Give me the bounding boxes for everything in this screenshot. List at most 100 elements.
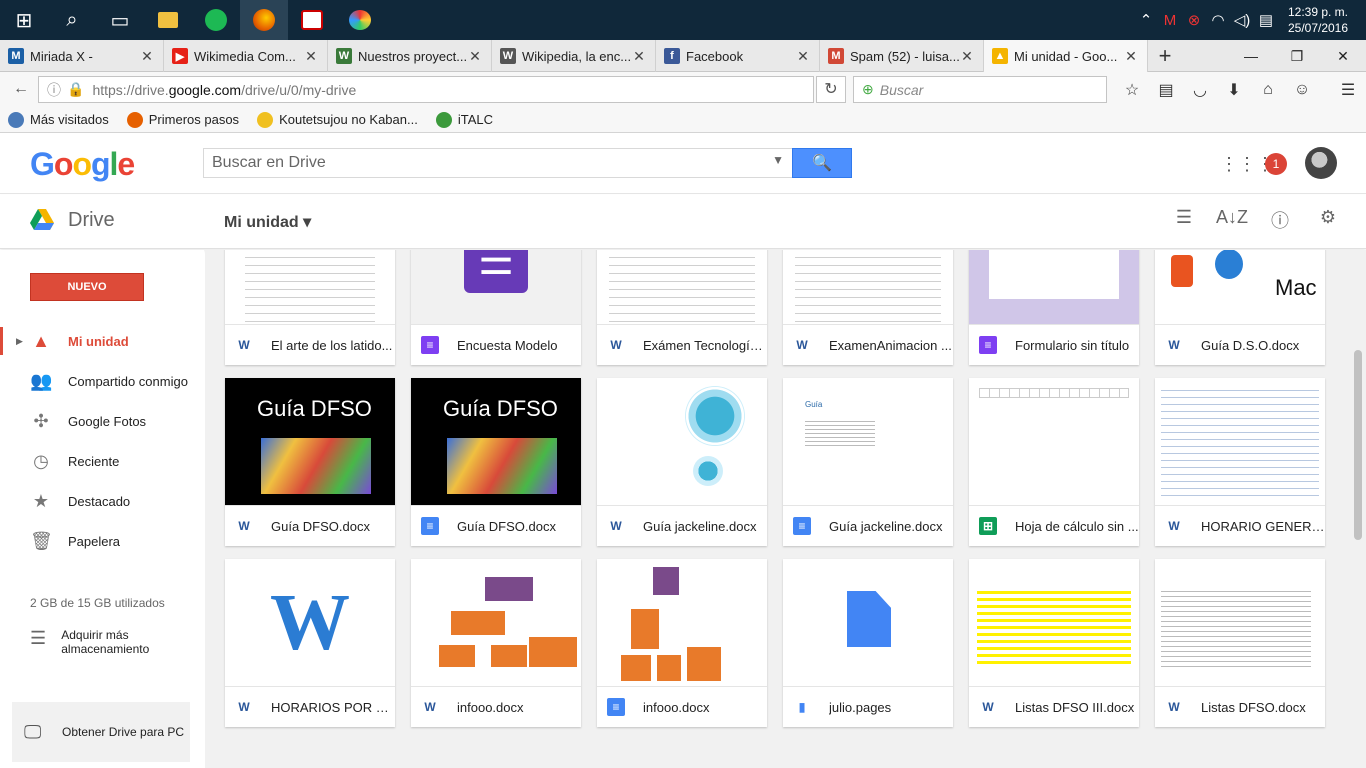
- file-card[interactable]: W W HORARIOS POR SE...: [225, 559, 395, 727]
- file-card[interactable]: D.S.OMac W Guía D.S.O.docx: [1155, 250, 1325, 365]
- bookmark-item[interactable]: iTALC: [435, 111, 493, 128]
- file-card[interactable]: W ExamenAnimacion ...: [783, 250, 953, 365]
- drive-search-input[interactable]: Buscar en Drive ▼: [203, 148, 793, 178]
- close-window-icon[interactable]: ✕: [1320, 40, 1366, 72]
- file-card[interactable]: ≡ infooo.docx: [597, 559, 767, 727]
- avatar[interactable]: [1305, 147, 1337, 179]
- file-thumbnail[interactable]: [597, 250, 767, 325]
- browser-tab[interactable]: W Nuestros proyect... ✕: [328, 40, 492, 72]
- search-icon[interactable]: ⌕: [48, 0, 96, 40]
- sort-icon[interactable]: A↓Z: [1208, 207, 1256, 233]
- drive-logo-icon[interactable]: [30, 209, 54, 231]
- file-card[interactable]: Edición de documentos ≡ Formulario sin t…: [969, 250, 1139, 365]
- file-card[interactable]: ⊞ Hoja de cálculo sin ...: [969, 378, 1139, 546]
- sidebar-item[interactable]: ◷ Reciente: [0, 441, 204, 481]
- menu-icon[interactable]: ☰: [1331, 80, 1365, 100]
- tab-close-icon[interactable]: ✕: [795, 48, 811, 65]
- file-thumbnail[interactable]: Guía DFSO: [411, 378, 581, 506]
- details-info-icon[interactable]: ⓘ: [1256, 207, 1304, 233]
- info-icon[interactable]: ⓘ: [47, 80, 61, 100]
- sidebar-item[interactable]: 👥 Compartido conmigo: [0, 361, 204, 401]
- clock[interactable]: 12:39 p. m. 25/07/2016: [1278, 4, 1358, 36]
- firefox-icon[interactable]: [240, 0, 288, 40]
- notifications-badge[interactable]: 1: [1265, 153, 1287, 175]
- file-thumbnail[interactable]: D.S.OMac: [1155, 250, 1325, 325]
- file-thumbnail[interactable]: W: [225, 559, 395, 687]
- download-icon[interactable]: ⬇: [1217, 80, 1251, 100]
- minimize-icon[interactable]: —: [1228, 40, 1274, 72]
- task-view-icon[interactable]: ▭: [96, 0, 144, 40]
- tab-close-icon[interactable]: ✕: [467, 48, 483, 65]
- tab-close-icon[interactable]: ✕: [303, 48, 319, 65]
- back-icon[interactable]: ←: [6, 80, 36, 98]
- file-thumbnail[interactable]: [597, 559, 767, 687]
- get-drive-for-pc[interactable]: 🖵 Obtener Drive para PC: [12, 702, 190, 762]
- wifi-icon[interactable]: ◠: [1206, 11, 1230, 29]
- reload-icon[interactable]: ↻: [816, 76, 846, 103]
- file-card[interactable]: W Listas DFSO.docx: [1155, 559, 1325, 727]
- browser-tab[interactable]: ▶ Wikimedia Com... ✕: [164, 40, 328, 72]
- sidebar-item[interactable]: ✣ Google Fotos: [0, 401, 204, 441]
- file-thumbnail[interactable]: [969, 378, 1139, 506]
- buy-storage-link[interactable]: ☰ Adquirir más almacenamiento: [30, 628, 200, 656]
- file-thumbnail[interactable]: [969, 559, 1139, 687]
- search-button[interactable]: 🔍: [792, 148, 852, 178]
- windows-start-icon[interactable]: ⊞: [0, 0, 48, 40]
- paint-icon[interactable]: [336, 0, 384, 40]
- search-options-icon[interactable]: ▼: [772, 153, 784, 167]
- file-card[interactable]: W Listas DFSO III.docx: [969, 559, 1139, 727]
- browser-tab[interactable]: M Miriada X - ✕: [0, 40, 164, 72]
- tab-close-icon[interactable]: ✕: [959, 48, 975, 65]
- sidebar-item[interactable]: ▶ ▲ Mi unidad: [0, 321, 204, 361]
- expand-arrow-icon[interactable]: ▶: [16, 336, 23, 347]
- sidebar-item[interactable]: ★ Destacado: [0, 481, 204, 521]
- tab-close-icon[interactable]: ✕: [1123, 48, 1139, 65]
- browser-tab[interactable]: W Wikipedia, la enc... ✕: [492, 40, 656, 72]
- scrollbar-thumb[interactable]: [1354, 350, 1362, 540]
- home-icon[interactable]: ⌂: [1251, 81, 1285, 99]
- settings-gear-icon[interactable]: ⚙: [1304, 207, 1352, 233]
- file-thumbnail[interactable]: Guía DFSO: [225, 378, 395, 506]
- url-bar[interactable]: ⓘ 🔒 https://drive. google.com/drive/u/0/m…: [38, 76, 814, 103]
- app-icon[interactable]: [288, 0, 336, 40]
- google-logo[interactable]: Google: [30, 146, 135, 183]
- file-thumbnail[interactable]: [1155, 378, 1325, 506]
- bookmark-item[interactable]: Koutetsujou no Kaban...: [257, 111, 418, 128]
- breadcrumb[interactable]: Mi unidad ▾: [224, 212, 311, 232]
- file-explorer-icon[interactable]: [144, 0, 192, 40]
- notifications-icon[interactable]: ▤: [1254, 11, 1278, 29]
- new-button[interactable]: NUEVO: [30, 273, 144, 301]
- browser-tab[interactable]: f Facebook ✕: [656, 40, 820, 72]
- file-thumbnail[interactable]: [1155, 559, 1325, 687]
- new-tab-button[interactable]: +: [1148, 40, 1182, 71]
- scrollbar[interactable]: [1350, 250, 1366, 768]
- drive-title[interactable]: Drive: [68, 209, 115, 232]
- reading-list-icon[interactable]: ▤: [1149, 80, 1183, 100]
- file-thumbnail[interactable]: [411, 559, 581, 687]
- tab-close-icon[interactable]: ✕: [139, 48, 155, 65]
- file-card[interactable]: Guía DFSO ≡ Guía DFSO.docx: [411, 378, 581, 546]
- file-card[interactable]: Guía DFSO W Guía DFSO.docx: [225, 378, 395, 546]
- antivirus-icon[interactable]: ⊗: [1182, 11, 1206, 29]
- pocket-icon[interactable]: ◡: [1183, 80, 1217, 100]
- browser-tab[interactable]: M Spam (52) - luisa... ✕: [820, 40, 984, 72]
- bookmark-star-icon[interactable]: ☆: [1115, 80, 1149, 100]
- search-engine-icon[interactable]: ⊕: [862, 81, 874, 98]
- file-card[interactable]: W Guía jackeline.docx: [597, 378, 767, 546]
- chevron-up-icon[interactable]: ⌃: [1134, 11, 1158, 29]
- file-thumbnail[interactable]: [783, 559, 953, 687]
- browser-search-input[interactable]: ⊕ Buscar: [853, 76, 1107, 103]
- browser-tab[interactable]: ▲ Mi unidad - Goo... ✕: [984, 40, 1148, 72]
- file-card[interactable]: Guía ≡ Guía jackeline.docx: [783, 378, 953, 546]
- file-thumbnail[interactable]: Guía: [783, 378, 953, 506]
- gmail-notifier-icon[interactable]: M: [1158, 12, 1182, 29]
- maximize-icon[interactable]: ❐: [1274, 40, 1320, 72]
- tab-close-icon[interactable]: ✕: [631, 48, 647, 65]
- emoji-icon[interactable]: ☺: [1285, 81, 1319, 99]
- file-card[interactable]: ☰ ≡ Encuesta Modelo: [411, 250, 581, 365]
- file-card[interactable]: W Exámen Tecnología...: [597, 250, 767, 365]
- bookmark-item[interactable]: Primeros pasos: [126, 111, 239, 128]
- file-card[interactable]: ▮ julio.pages: [783, 559, 953, 727]
- file-card[interactable]: W HORARIO GENERAL...: [1155, 378, 1325, 546]
- sidebar-item[interactable]: 🗑 Papelera: [0, 521, 204, 561]
